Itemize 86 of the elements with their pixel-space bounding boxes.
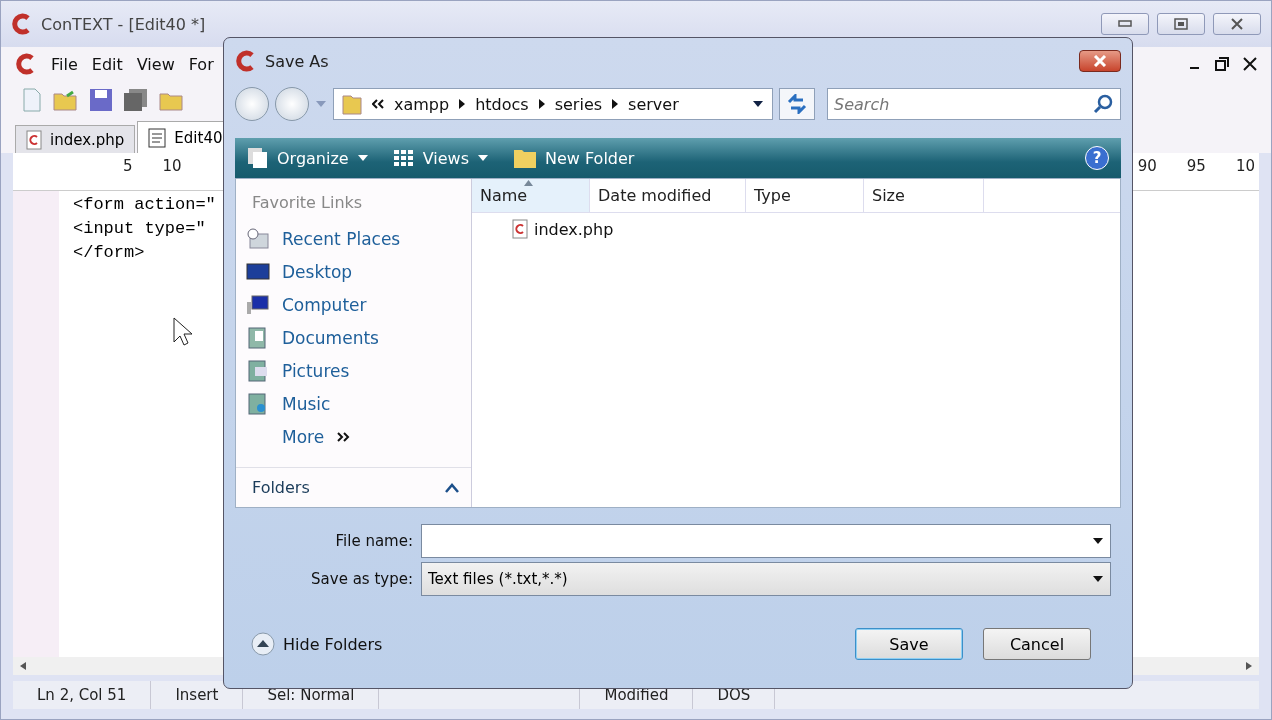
field-label: Save as type:	[310, 570, 413, 588]
ruler-number: 95	[1186, 157, 1206, 175]
toolbar-button[interactable]: Views	[392, 148, 489, 168]
picture-folder-icon	[246, 359, 270, 382]
address-bar[interactable]: xampp htdocs series server	[333, 88, 773, 120]
code-line: <form action="	[73, 194, 216, 216]
refresh-icon	[786, 94, 808, 114]
separator-arrow-icon	[612, 99, 619, 109]
scroll-left-icon[interactable]	[19, 662, 27, 670]
search-icon	[1093, 94, 1113, 114]
refresh-button[interactable]	[779, 88, 815, 120]
dialog-button[interactable]: Save	[855, 628, 963, 660]
collapse-icon	[251, 632, 275, 656]
save-all-icon[interactable]	[123, 88, 149, 112]
separator-arrow-icon	[459, 99, 466, 109]
restore-icon[interactable]	[1215, 57, 1229, 71]
maximize-icon	[1174, 18, 1188, 30]
menu-item[interactable]: Edit	[91, 54, 123, 74]
folder-icon	[342, 93, 362, 115]
chevron-double-icon	[372, 99, 384, 109]
breadcrumb-item[interactable]: series	[554, 94, 603, 114]
pages-icon	[247, 147, 269, 169]
dialog-title: Save As	[265, 51, 329, 71]
hide-folders-button[interactable]: Hide Folders	[251, 632, 383, 656]
separator-arrow-icon	[538, 99, 545, 109]
file-tab[interactable]: index.php	[15, 125, 136, 153]
file-type-dropdown[interactable]: Text files (*.txt,*.*)	[421, 562, 1111, 596]
dropdown-caret-icon[interactable]	[1092, 537, 1104, 545]
column-header[interactable]: Name	[472, 179, 590, 212]
sort-arrow-icon	[524, 180, 533, 186]
folder-icon	[513, 147, 537, 169]
close-button[interactable]	[1213, 13, 1261, 35]
close-icon	[1230, 18, 1244, 30]
minimize-icon	[1118, 20, 1132, 28]
monitor-icon	[246, 260, 270, 283]
menu-item[interactable]: File	[51, 54, 78, 74]
favorite-link[interactable]: Recent Places	[236, 222, 471, 255]
open-folder-icon[interactable]	[53, 88, 79, 112]
mouse-pointer-icon	[173, 317, 193, 347]
clock-icon	[246, 227, 270, 250]
text-file-icon	[148, 127, 167, 148]
ruler-number: 5	[123, 157, 133, 175]
favorite-link[interactable]: Pictures	[236, 354, 471, 387]
favorite-link[interactable]: Computer	[236, 288, 471, 321]
php-file-icon	[26, 129, 42, 150]
favorite-link[interactable]: Documents	[236, 321, 471, 354]
dropdown-caret-icon[interactable]	[1092, 575, 1104, 583]
file-name-field[interactable]	[421, 524, 1111, 558]
help-button[interactable]: ?	[1085, 146, 1109, 170]
folders-toggle[interactable]: Folders	[236, 467, 471, 507]
menu-item[interactable]: View	[136, 54, 175, 74]
ruler-number: 10	[162, 157, 182, 175]
close-icon[interactable]	[1243, 57, 1257, 71]
breadcrumb-item[interactable]: htdocs	[475, 94, 529, 114]
toolbar-button[interactable]: Organize	[247, 147, 369, 169]
maximize-button[interactable]	[1157, 13, 1205, 35]
dropdown-caret-icon[interactable]	[752, 100, 764, 108]
field-label: File name:	[334, 532, 413, 550]
ruler-number: 90	[1137, 157, 1157, 175]
grid-icon	[392, 148, 415, 168]
favorite-link[interactable]: More	[236, 420, 471, 453]
section-heading: Favorite Links	[251, 192, 364, 214]
minimize-button[interactable]	[1101, 13, 1149, 35]
menu-item[interactable]: For	[188, 54, 214, 74]
php-file-icon	[512, 219, 528, 239]
ruler-number: 10	[1235, 157, 1255, 175]
close-button[interactable]	[1079, 50, 1121, 72]
chevron-double-icon	[336, 430, 351, 443]
favorite-link[interactable]: Music	[236, 387, 471, 420]
breadcrumb-item[interactable]: xampp	[394, 94, 450, 114]
computer-icon	[246, 293, 270, 316]
close-icon	[1093, 55, 1107, 67]
window-title: ConTEXT - [Edit40 *]	[41, 14, 206, 34]
breadcrumb-item[interactable]: server	[628, 94, 679, 114]
search-field[interactable]: Search	[827, 88, 1121, 120]
code-line: </form>	[73, 242, 146, 264]
dialog-button[interactable]: Cancel	[983, 628, 1091, 660]
list-entry[interactable]: index.php	[472, 213, 1120, 239]
back-button[interactable]	[235, 87, 269, 121]
toolbar-button[interactable]: New Folder	[513, 147, 635, 169]
forward-button[interactable]	[275, 87, 309, 121]
code-line: <input type="	[73, 218, 207, 240]
favorite-link[interactable]: Desktop	[236, 255, 471, 288]
status-field: Ln 2, Col 51	[13, 681, 152, 709]
scroll-right-icon[interactable]	[1245, 662, 1253, 670]
save-icon[interactable]	[89, 88, 113, 112]
